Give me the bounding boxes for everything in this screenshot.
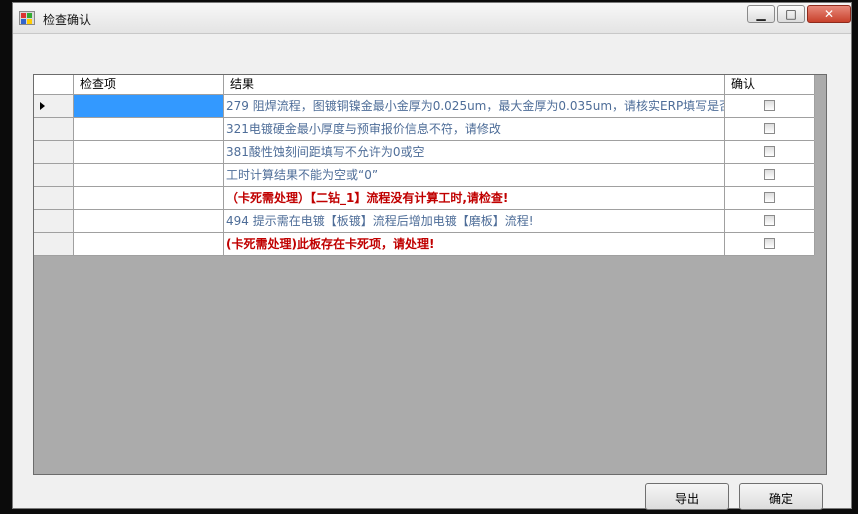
table-row[interactable]: 279 阻焊流程，图镀铜镍金最小金厚为0.025um，最大金厚为0.035um，…: [34, 95, 815, 118]
row-header[interactable]: [34, 118, 74, 140]
result-cell[interactable]: 工时计算结果不能为空或“0”: [224, 164, 725, 186]
check-item-cell[interactable]: [74, 118, 224, 140]
row-header[interactable]: [34, 233, 74, 255]
confirm-checkbox[interactable]: [764, 215, 775, 226]
grid-header: 检查项 结果 确认: [34, 75, 815, 95]
result-cell[interactable]: （卡死需处理）【二钻_1】流程没有计算工时,请检查!: [224, 187, 725, 209]
result-cell[interactable]: 279 阻焊流程，图镀铜镍金最小金厚为0.025um，最大金厚为0.035um，…: [224, 95, 725, 117]
current-row-arrow-icon: [40, 102, 45, 110]
check-item-cell[interactable]: [74, 141, 224, 163]
confirm-cell: [725, 233, 815, 255]
row-header[interactable]: [34, 164, 74, 186]
table-row[interactable]: （卡死需处理）【二钻_1】流程没有计算工时,请检查!: [34, 187, 815, 210]
check-item-cell[interactable]: [74, 210, 224, 232]
export-button[interactable]: 导出: [645, 483, 729, 510]
column-header-check-item[interactable]: 检查项: [74, 75, 224, 94]
confirm-checkbox[interactable]: [764, 192, 775, 203]
row-header[interactable]: [34, 187, 74, 209]
confirm-cell: [725, 141, 815, 163]
maximize-button[interactable]: □: [777, 5, 805, 23]
confirm-checkbox[interactable]: [764, 146, 775, 157]
confirm-checkbox[interactable]: [764, 123, 775, 134]
result-cell[interactable]: 494 提示需在电镀【板镀】流程后增加电镀【磨板】流程!: [224, 210, 725, 232]
column-header-confirm[interactable]: 确认: [725, 75, 815, 94]
title-bar[interactable]: 检查确认 ▁ □ ✕: [13, 3, 851, 34]
row-header[interactable]: [34, 141, 74, 163]
check-item-cell[interactable]: [74, 233, 224, 255]
confirm-cell: [725, 118, 815, 140]
result-cell[interactable]: 381酸性蚀刻间距填写不允许为0或空: [224, 141, 725, 163]
table-row[interactable]: 工时计算结果不能为空或“0”: [34, 164, 815, 187]
table-row[interactable]: 321电镀硬金最小厚度与预审报价信息不符，请修改: [34, 118, 815, 141]
confirm-cell: [725, 210, 815, 232]
confirm-checkbox[interactable]: [764, 100, 775, 111]
row-header-corner: [34, 75, 74, 94]
column-header-result[interactable]: 结果: [224, 75, 725, 94]
confirm-checkbox[interactable]: [764, 238, 775, 249]
row-header[interactable]: [34, 210, 74, 232]
check-item-cell[interactable]: [74, 95, 224, 117]
row-header[interactable]: [34, 95, 74, 117]
close-button[interactable]: ✕: [807, 5, 851, 23]
table-row[interactable]: 494 提示需在电镀【板镀】流程后增加电镀【磨板】流程!: [34, 210, 815, 233]
check-results-grid[interactable]: 检查项 结果 确认 279 阻焊流程，图镀铜镍金最小金厚为0.025um，最大金…: [33, 74, 827, 475]
app-icon: [19, 11, 35, 25]
check-item-cell[interactable]: [74, 164, 224, 186]
confirm-cell: [725, 187, 815, 209]
confirm-cell: [725, 164, 815, 186]
check-confirm-window: 检查确认 ▁ □ ✕ 检查项 结果 确认 279 阻焊流程，图镀铜镍金最小金厚为…: [12, 2, 852, 510]
confirm-cell: [725, 95, 815, 117]
table-row[interactable]: 381酸性蚀刻间距填写不允许为0或空: [34, 141, 815, 164]
window-title: 检查确认: [43, 13, 92, 27]
result-cell[interactable]: 321电镀硬金最小厚度与预审报价信息不符，请修改: [224, 118, 725, 140]
minimize-button[interactable]: ▁: [747, 5, 775, 23]
result-cell[interactable]: (卡死需处理)此板存在卡死项，请处理!: [224, 233, 725, 255]
confirm-button[interactable]: 确定: [739, 483, 823, 510]
table-row[interactable]: (卡死需处理)此板存在卡死项，请处理!: [34, 233, 815, 256]
check-item-cell[interactable]: [74, 187, 224, 209]
grid-rows: 279 阻焊流程，图镀铜镍金最小金厚为0.025um，最大金厚为0.035um，…: [34, 95, 815, 256]
confirm-checkbox[interactable]: [764, 169, 775, 180]
